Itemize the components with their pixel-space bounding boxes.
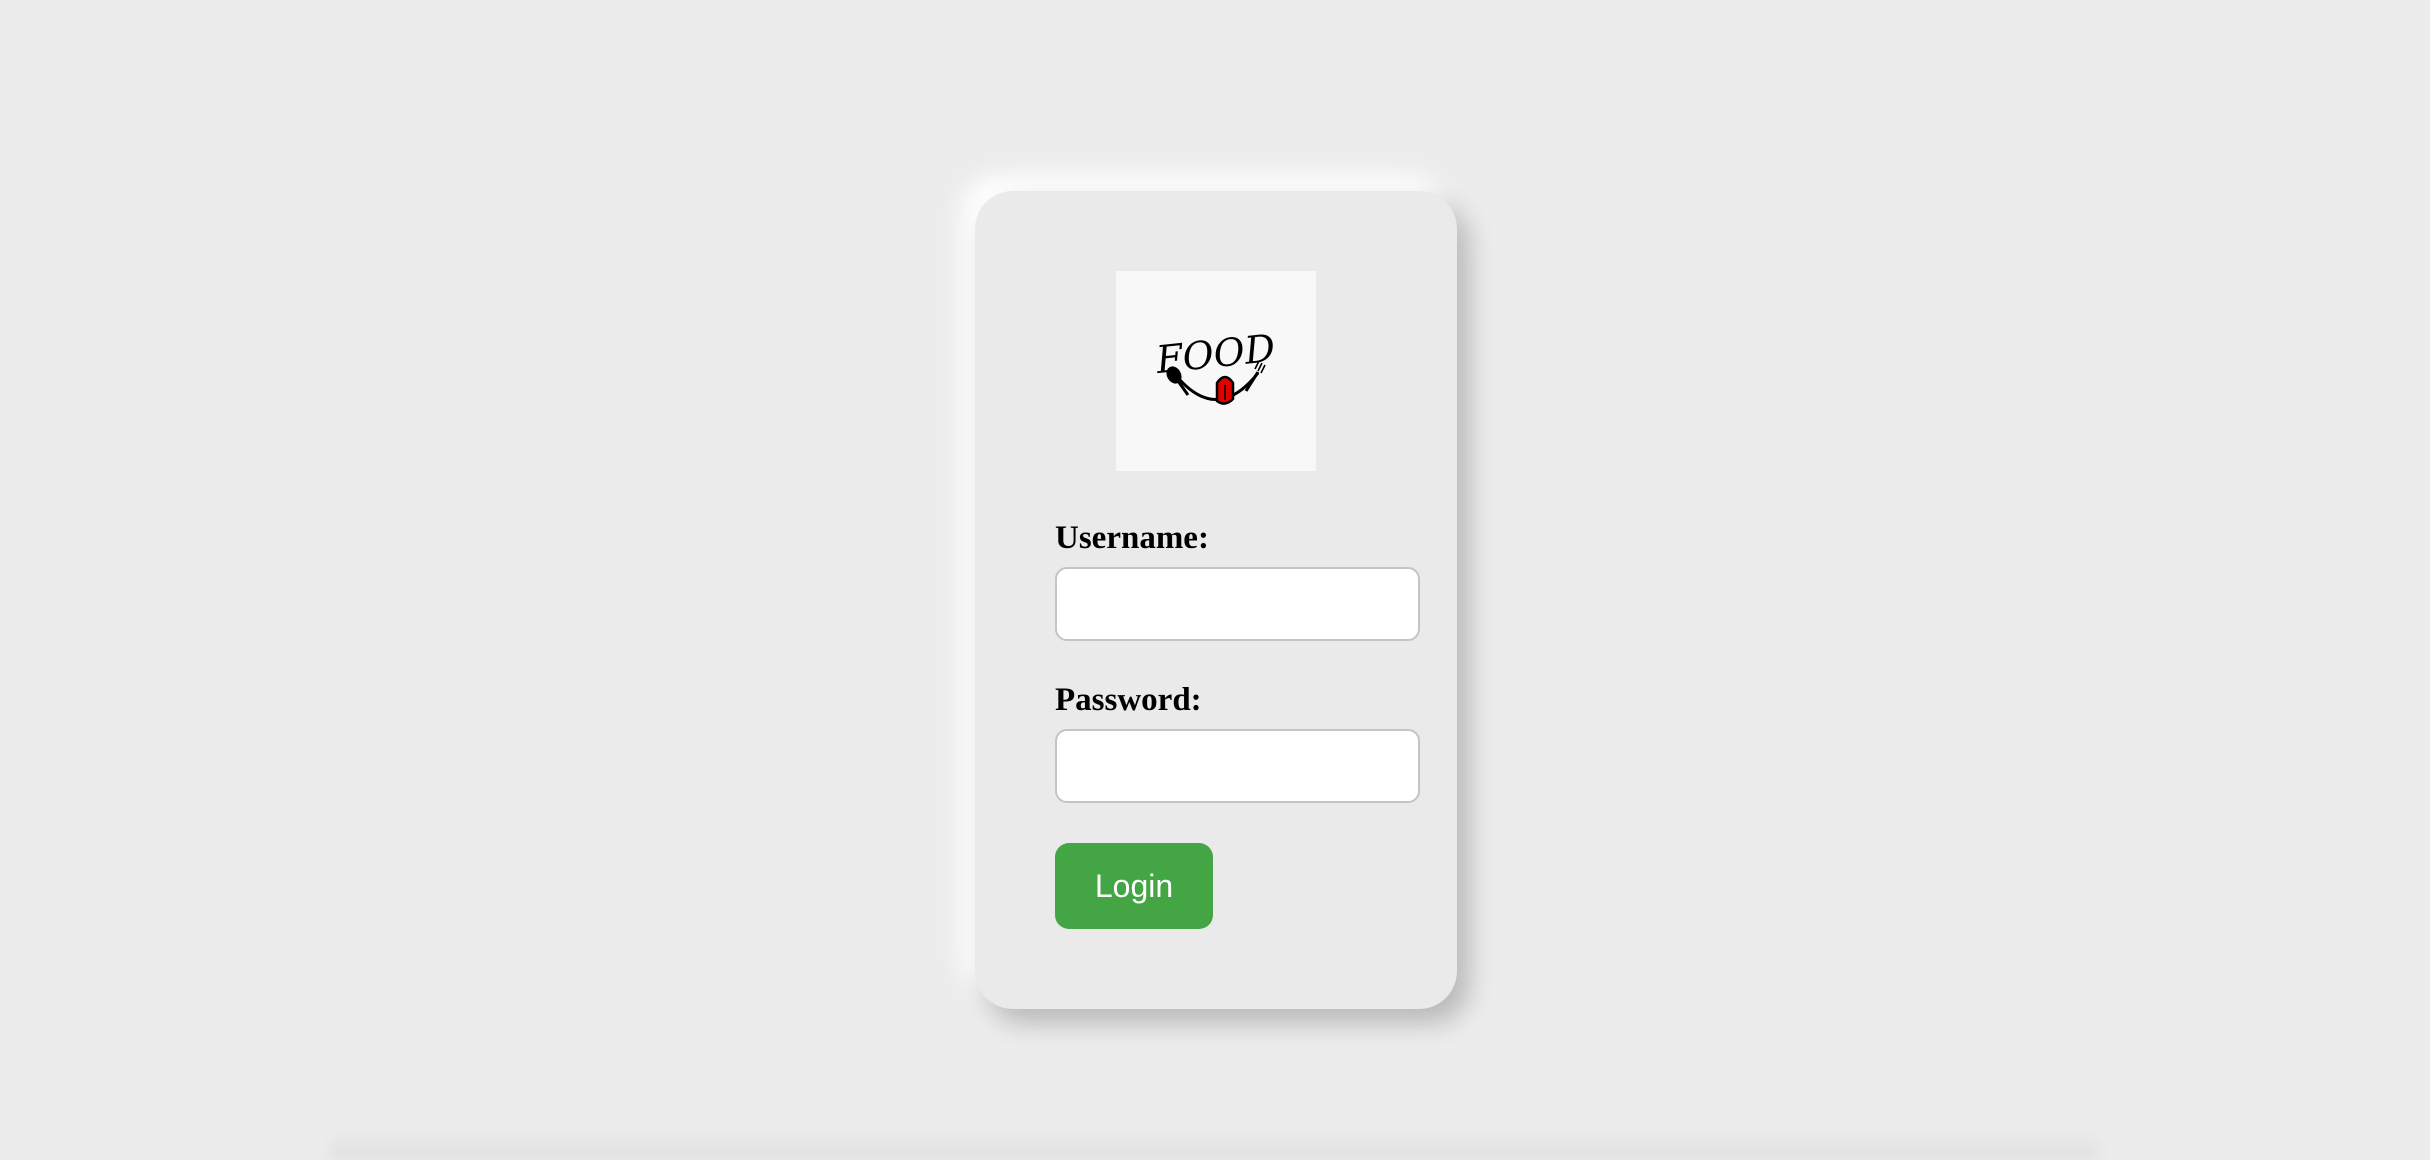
password-label: Password: <box>1055 682 1202 718</box>
bottom-shadow <box>330 1130 2100 1160</box>
login-button[interactable]: Login <box>1055 843 1213 929</box>
food-logo-icon: FOOD <box>1153 326 1277 405</box>
username-input[interactable] <box>1055 567 1420 641</box>
login-page: FOOD Username: Password: Login <box>0 0 2430 1160</box>
username-label: Username: <box>1055 520 1209 556</box>
login-card: FOOD Username: Password: Login <box>975 191 1457 1009</box>
password-input[interactable] <box>1055 729 1420 803</box>
food-logo: FOOD <box>1116 271 1316 471</box>
